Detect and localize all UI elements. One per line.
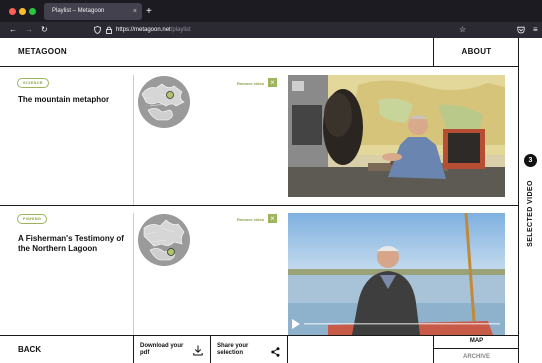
- about-button[interactable]: ABOUT: [434, 38, 519, 66]
- tag-science[interactable]: SCIENCE: [17, 78, 49, 88]
- selected-video-label: SELECTED VIDEO: [527, 180, 534, 247]
- divider: [0, 66, 519, 67]
- site-logo[interactable]: METAGOON: [18, 47, 67, 56]
- divider: [287, 335, 288, 363]
- remove-video-label[interactable]: Remove video: [237, 81, 264, 86]
- divider: [0, 205, 519, 206]
- tag-fishing[interactable]: FISHING: [17, 214, 48, 224]
- video-title[interactable]: The mountain metaphor: [18, 95, 128, 105]
- video-title[interactable]: A Fisherman's Testimony of the Northern …: [18, 234, 128, 254]
- divider: [133, 335, 134, 363]
- share-selection-label[interactable]: Share your selection: [217, 343, 267, 357]
- divider: [433, 348, 519, 349]
- remove-video-icon[interactable]: ×: [268, 214, 277, 223]
- menu-icon[interactable]: ≡: [533, 22, 538, 38]
- url-path: /playlist: [170, 27, 191, 33]
- selected-video-toggle[interactable]: 3 SELECTED VIDEO: [519, 150, 542, 260]
- remove-video-icon[interactable]: ×: [268, 78, 277, 87]
- back-arrow-icon[interactable]: ←: [9, 22, 17, 38]
- divider: [0, 335, 519, 336]
- maximize-window-button[interactable]: [29, 8, 36, 15]
- video-frame: [288, 75, 505, 197]
- video-frame: [288, 213, 505, 335]
- divider: [210, 335, 211, 363]
- bookmark-star-icon[interactable]: ☆: [459, 22, 466, 38]
- url-bar[interactable]: https://metagoon.net/playlist: [116, 24, 456, 36]
- divider: [133, 75, 134, 205]
- divider: [133, 213, 134, 335]
- url-host: https://metagoon.net: [116, 27, 171, 33]
- minimize-window-button[interactable]: [19, 8, 26, 15]
- reload-icon[interactable]: ↻: [41, 22, 48, 38]
- new-tab-button[interactable]: +: [146, 3, 152, 20]
- location-map[interactable]: [138, 76, 190, 128]
- forward-arrow-icon[interactable]: →: [25, 22, 33, 38]
- close-window-button[interactable]: [9, 8, 16, 15]
- video-player-2[interactable]: [288, 213, 505, 335]
- location-map[interactable]: [138, 214, 190, 266]
- tab-title: Playlist – Metagoon: [52, 8, 105, 14]
- tab-bar: Playlist – Metagoon × +: [0, 0, 542, 22]
- share-icon[interactable]: [271, 344, 280, 362]
- navigation-bar: ← → ↻ https://metagoon.net/playlist ☆ ≡: [0, 22, 542, 38]
- map-button[interactable]: MAP: [434, 338, 519, 345]
- page-content: METAGOON ABOUT SCIENCE The mountain meta…: [0, 38, 542, 363]
- tab-playlist[interactable]: Playlist – Metagoon ×: [44, 3, 142, 20]
- remove-video-label[interactable]: Remove video: [237, 217, 264, 222]
- tab-close-icon[interactable]: ×: [133, 3, 137, 20]
- back-button[interactable]: BACK: [18, 346, 41, 354]
- archive-button[interactable]: ARCHIVE: [434, 354, 519, 361]
- download-pdf-label[interactable]: Download your pdf: [140, 343, 190, 357]
- video-player-1[interactable]: [288, 75, 505, 197]
- download-icon[interactable]: [193, 343, 203, 361]
- browser-window: Playlist – Metagoon × + ← → ↻ https://me…: [0, 0, 542, 363]
- selected-count-badge: 3: [524, 154, 537, 167]
